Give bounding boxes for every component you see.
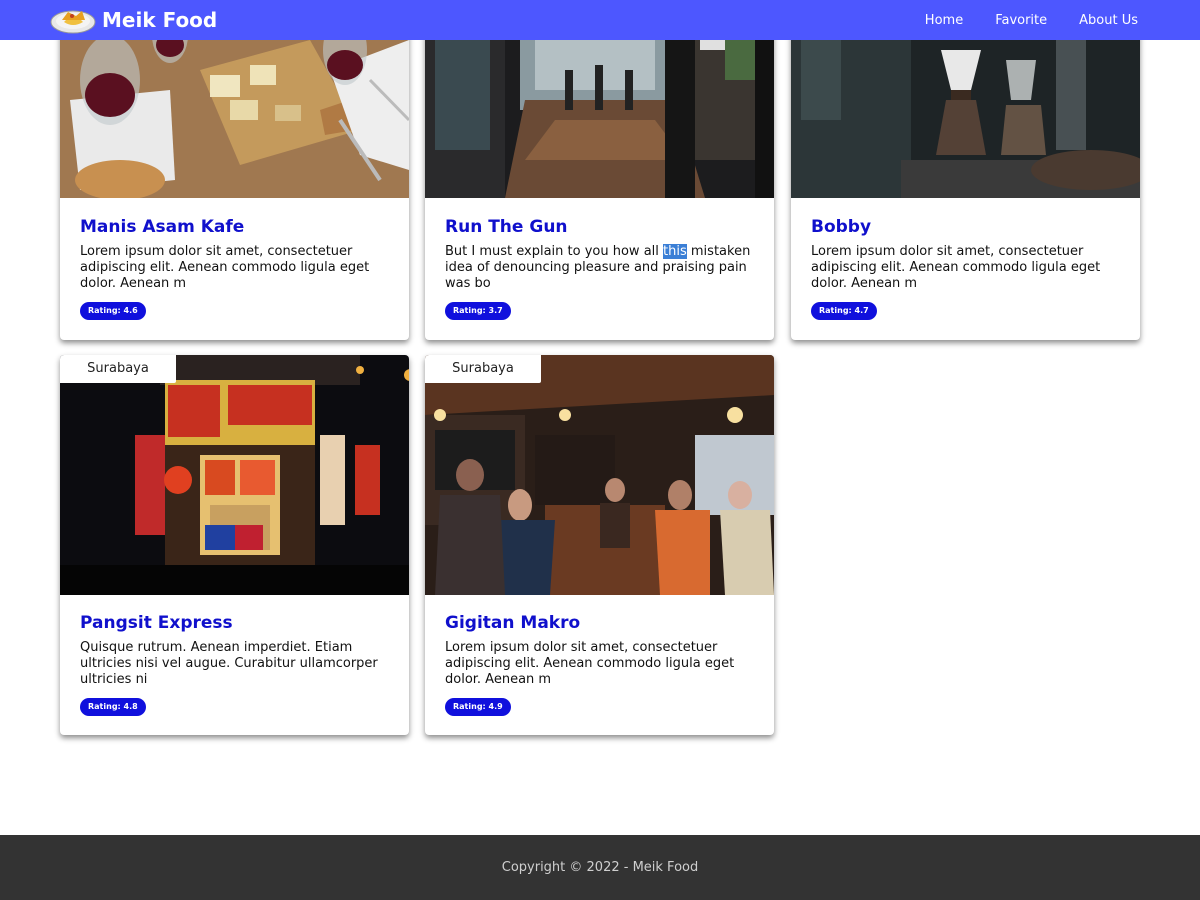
ramen-shop-photo [60,355,409,595]
card-title[interactable]: Manis Asam Kafe [80,216,391,238]
card-body: Run The Gun But I must explain to you ho… [445,216,756,320]
footer: Copyright © 2022 - Meik Food [0,835,1200,900]
rating-badge: Rating: 4.8 [80,698,146,716]
card-image [60,355,409,595]
card-image [425,355,774,595]
rating-badge: Rating: 3.7 [445,302,511,320]
nav-links: Home Favorite About Us [893,0,1138,40]
card-title[interactable]: Pangsit Express [80,612,391,634]
card-description: Lorem ipsum dolor sit amet, consectetuer… [445,640,735,687]
city-tag: Surabaya [425,355,541,383]
card-title[interactable]: Gigitan Makro [445,612,756,634]
rating-badge: Rating: 4.9 [445,698,511,716]
pub-crowd-photo [425,355,774,595]
card-body: Gigitan Makro Lorem ipsum dolor sit amet… [445,612,756,716]
restaurant-card[interactable]: Bobby Lorem ipsum dolor sit amet, consec… [791,0,1140,340]
restaurant-card[interactable]: Surabaya Pangsit Express Quisque rutrum.… [60,355,409,735]
nav-about-link[interactable]: About Us [1079,13,1138,28]
city-tag: Surabaya [60,355,176,383]
brand[interactable]: Meik Food [50,4,217,36]
card-body: Bobby Lorem ipsum dolor sit amet, consec… [811,216,1122,320]
nav-favorite-link[interactable]: Favorite [995,13,1047,28]
restaurant-grid: Manis Asam Kafe Lorem ipsum dolor sit am… [0,0,1200,835]
card-description: But I must explain to you how all this m… [445,244,756,292]
food-plate-logo-icon [50,10,96,34]
card-description: Quisque rutrum. Aenean imperdiet. Etiam … [80,640,378,687]
rating-badge: Rating: 4.6 [80,302,146,320]
card-description: Lorem ipsum dolor sit amet, consectetuer… [80,244,370,291]
restaurant-card[interactable]: Run The Gun But I must explain to you ho… [425,0,774,340]
card-description: Lorem ipsum dolor sit amet, consectetuer… [811,244,1101,291]
card-title[interactable]: Run The Gun [445,216,756,238]
selected-text: this [663,244,687,259]
restaurant-card[interactable]: Manis Asam Kafe Lorem ipsum dolor sit am… [60,0,409,340]
nav-home-link[interactable]: Home [925,13,963,28]
card-title[interactable]: Bobby [811,216,1122,238]
desc-text: But I must explain to you how all [445,244,664,259]
restaurant-card[interactable]: Surabaya Gigitan Makro Lorem ipsum dolor… [425,355,774,735]
rating-badge: Rating: 4.7 [811,302,877,320]
card-body: Manis Asam Kafe Lorem ipsum dolor sit am… [80,216,391,320]
card-body: Pangsit Express Quisque rutrum. Aenean i… [80,612,391,716]
navbar: Meik Food Home Favorite About Us [0,0,1200,40]
copyright-text: Copyright © 2022 - Meik Food [501,860,699,875]
brand-name: Meik Food [102,8,218,32]
